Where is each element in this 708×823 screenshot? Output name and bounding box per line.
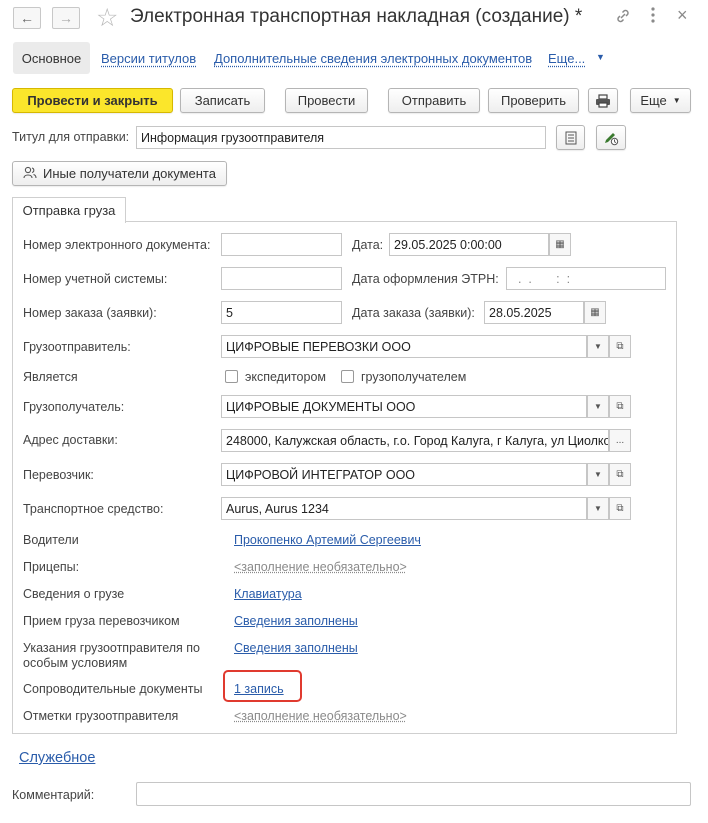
consignee-checkbox[interactable] xyxy=(341,370,354,383)
arrow-left-icon: ← xyxy=(20,10,34,26)
tab-more[interactable]: Еще... xyxy=(548,51,585,66)
marks-label: Отметки грузоотправителя xyxy=(23,709,179,723)
trailers-label: Прицепы: xyxy=(23,560,80,574)
carrier-field[interactable]: ЦИФРОВОЙ ИНТЕГРАТОР ООО xyxy=(221,463,587,486)
post-button[interactable]: Провести xyxy=(285,88,368,113)
comment-label: Комментарий: xyxy=(12,788,95,802)
accompanying-docs-label: Сопроводительные документы xyxy=(23,682,203,696)
forwarder-label: экспедитором xyxy=(245,370,326,384)
tab-title-versions[interactable]: Версии титулов xyxy=(101,51,196,66)
check-button[interactable]: Проверить xyxy=(488,88,579,113)
order-calendar-button[interactable]: ▦ xyxy=(584,301,606,324)
vehicle-dropdown-button[interactable]: ▼ xyxy=(587,497,609,520)
consignee-checkbox-label: грузополучателем xyxy=(361,370,467,384)
order-date-label: Дата заказа (заявки): xyxy=(352,306,475,320)
calendar-icon: ▦ xyxy=(555,239,565,250)
service-section-link[interactable]: Служебное xyxy=(19,750,95,766)
forwarder-checkbox[interactable] xyxy=(225,370,238,383)
open-window-icon: ⧉ xyxy=(616,503,624,514)
send-button[interactable]: Отправить xyxy=(388,88,480,113)
more-actions-button[interactable]: Еще ▼ xyxy=(630,88,691,113)
shipper-field[interactable]: ЦИФРОВЫЕ ПЕРЕВОЗКИ ООО xyxy=(221,335,587,358)
forward-button[interactable]: → xyxy=(52,7,80,29)
shipper-label: Грузоотправитель: xyxy=(23,340,131,354)
acceptance-label: Прием груза перевозчиком xyxy=(23,614,180,628)
etrn-date-label: Дата оформления ЭТРН: xyxy=(352,272,499,286)
is-label: Является xyxy=(23,370,78,384)
drivers-link[interactable]: Прокопенко Артемий Сергеевич xyxy=(234,533,421,547)
vehicle-open-button[interactable]: ⧉ xyxy=(609,497,631,520)
cargo-link[interactable]: Клавиатура xyxy=(234,587,302,601)
favorite-star-icon[interactable]: ☆ xyxy=(96,3,118,33)
consignee-open-button[interactable]: ⧉ xyxy=(609,395,631,418)
carrier-dropdown-button[interactable]: ▼ xyxy=(587,463,609,486)
marks-link[interactable]: <заполнение необязательно> xyxy=(234,709,407,723)
address-select-button[interactable]: ... xyxy=(609,429,631,452)
other-recipients-button[interactable]: Иные получатели документа xyxy=(12,161,227,186)
edoc-number-label: Номер электронного документа: xyxy=(23,238,211,252)
drivers-label: Водители xyxy=(23,533,79,547)
account-number-label: Номер учетной системы: xyxy=(23,272,168,286)
date-field[interactable]: 29.05.2025 0:00:00 xyxy=(389,233,549,256)
list-button[interactable] xyxy=(556,125,585,150)
account-number-field[interactable] xyxy=(221,267,342,290)
shipper-open-button[interactable]: ⧉ xyxy=(609,335,631,358)
post-and-close-button[interactable]: Провести и закрыть xyxy=(12,88,173,113)
arrow-right-icon: → xyxy=(59,10,73,26)
calendar-button[interactable]: ▦ xyxy=(549,233,571,256)
window-title: Электронная транспортная накладная (созд… xyxy=(130,6,583,27)
order-date-field[interactable]: 28.05.2025 xyxy=(484,301,584,324)
back-button[interactable]: ← xyxy=(13,7,41,29)
consignee-label: Грузополучатель: xyxy=(23,400,125,414)
list-icon xyxy=(565,131,576,144)
title-for-sending-label: Титул для отправки: xyxy=(12,130,130,144)
order-number-field[interactable]: 5 xyxy=(221,301,342,324)
address-label: Адрес доставки: xyxy=(23,433,118,447)
etrn-date-field[interactable]: . . : : xyxy=(506,267,666,290)
shipper-dropdown-button[interactable]: ▼ xyxy=(587,335,609,358)
address-field[interactable]: 248000, Калужская область, г.о. Город Ка… xyxy=(221,429,609,452)
trailers-link[interactable]: <заполнение необязательно> xyxy=(234,560,407,574)
comment-field[interactable] xyxy=(136,782,691,806)
save-button[interactable]: Записать xyxy=(180,88,265,113)
edit-pencil-icon xyxy=(605,132,619,145)
vehicle-label: Транспортное средство: xyxy=(23,502,164,516)
consignee-field[interactable]: ЦИФРОВЫЕ ДОКУМЕНТЫ ООО xyxy=(221,395,587,418)
vehicle-field[interactable]: Aurus, Aurus 1234 xyxy=(221,497,587,520)
open-window-icon: ⧉ xyxy=(616,341,624,352)
tab-main[interactable]: Основное xyxy=(13,42,90,74)
print-button[interactable] xyxy=(588,88,618,113)
carrier-label: Перевозчик: xyxy=(23,468,94,482)
instructions-label-line2: особым условиям xyxy=(23,656,128,670)
close-icon[interactable]: × xyxy=(677,5,688,26)
date-label: Дата: xyxy=(352,238,384,252)
highlight-box xyxy=(223,670,302,702)
open-window-icon: ⧉ xyxy=(616,401,624,412)
more-vertical-icon[interactable] xyxy=(650,6,656,29)
edoc-number-field[interactable] xyxy=(221,233,342,256)
dropdown-arrow-icon: ▼ xyxy=(594,342,602,351)
chevron-down-icon[interactable]: ▼ xyxy=(596,52,605,62)
order-number-label: Номер заказа (заявки): xyxy=(23,306,157,320)
calendar-icon: ▦ xyxy=(590,307,600,318)
printer-icon xyxy=(596,93,610,108)
ellipsis-icon: ... xyxy=(615,435,625,446)
acceptance-link[interactable]: Сведения заполнены xyxy=(234,614,358,628)
link-icon[interactable] xyxy=(615,8,631,29)
cargo-label: Сведения о грузе xyxy=(23,587,125,601)
carrier-open-button[interactable]: ⧉ xyxy=(609,463,631,486)
open-window-icon: ⧉ xyxy=(616,469,624,480)
edit-title-button[interactable] xyxy=(596,125,626,150)
tab-additional-info[interactable]: Дополнительные сведения электронных доку… xyxy=(214,51,532,66)
instructions-label-line1: Указания грузоотправителя по xyxy=(23,641,200,655)
consignee-dropdown-button[interactable]: ▼ xyxy=(587,395,609,418)
dropdown-arrow-icon: ▼ xyxy=(672,96,681,105)
dropdown-arrow-icon: ▼ xyxy=(594,402,602,411)
tab-cargo-shipment[interactable]: Отправка груза xyxy=(12,197,126,223)
users-icon xyxy=(23,166,37,182)
dropdown-arrow-icon: ▼ xyxy=(594,470,602,479)
instructions-link[interactable]: Сведения заполнены xyxy=(234,641,358,655)
title-for-sending-field[interactable]: Информация грузоотправителя xyxy=(136,126,546,149)
dropdown-arrow-icon: ▼ xyxy=(594,504,602,513)
